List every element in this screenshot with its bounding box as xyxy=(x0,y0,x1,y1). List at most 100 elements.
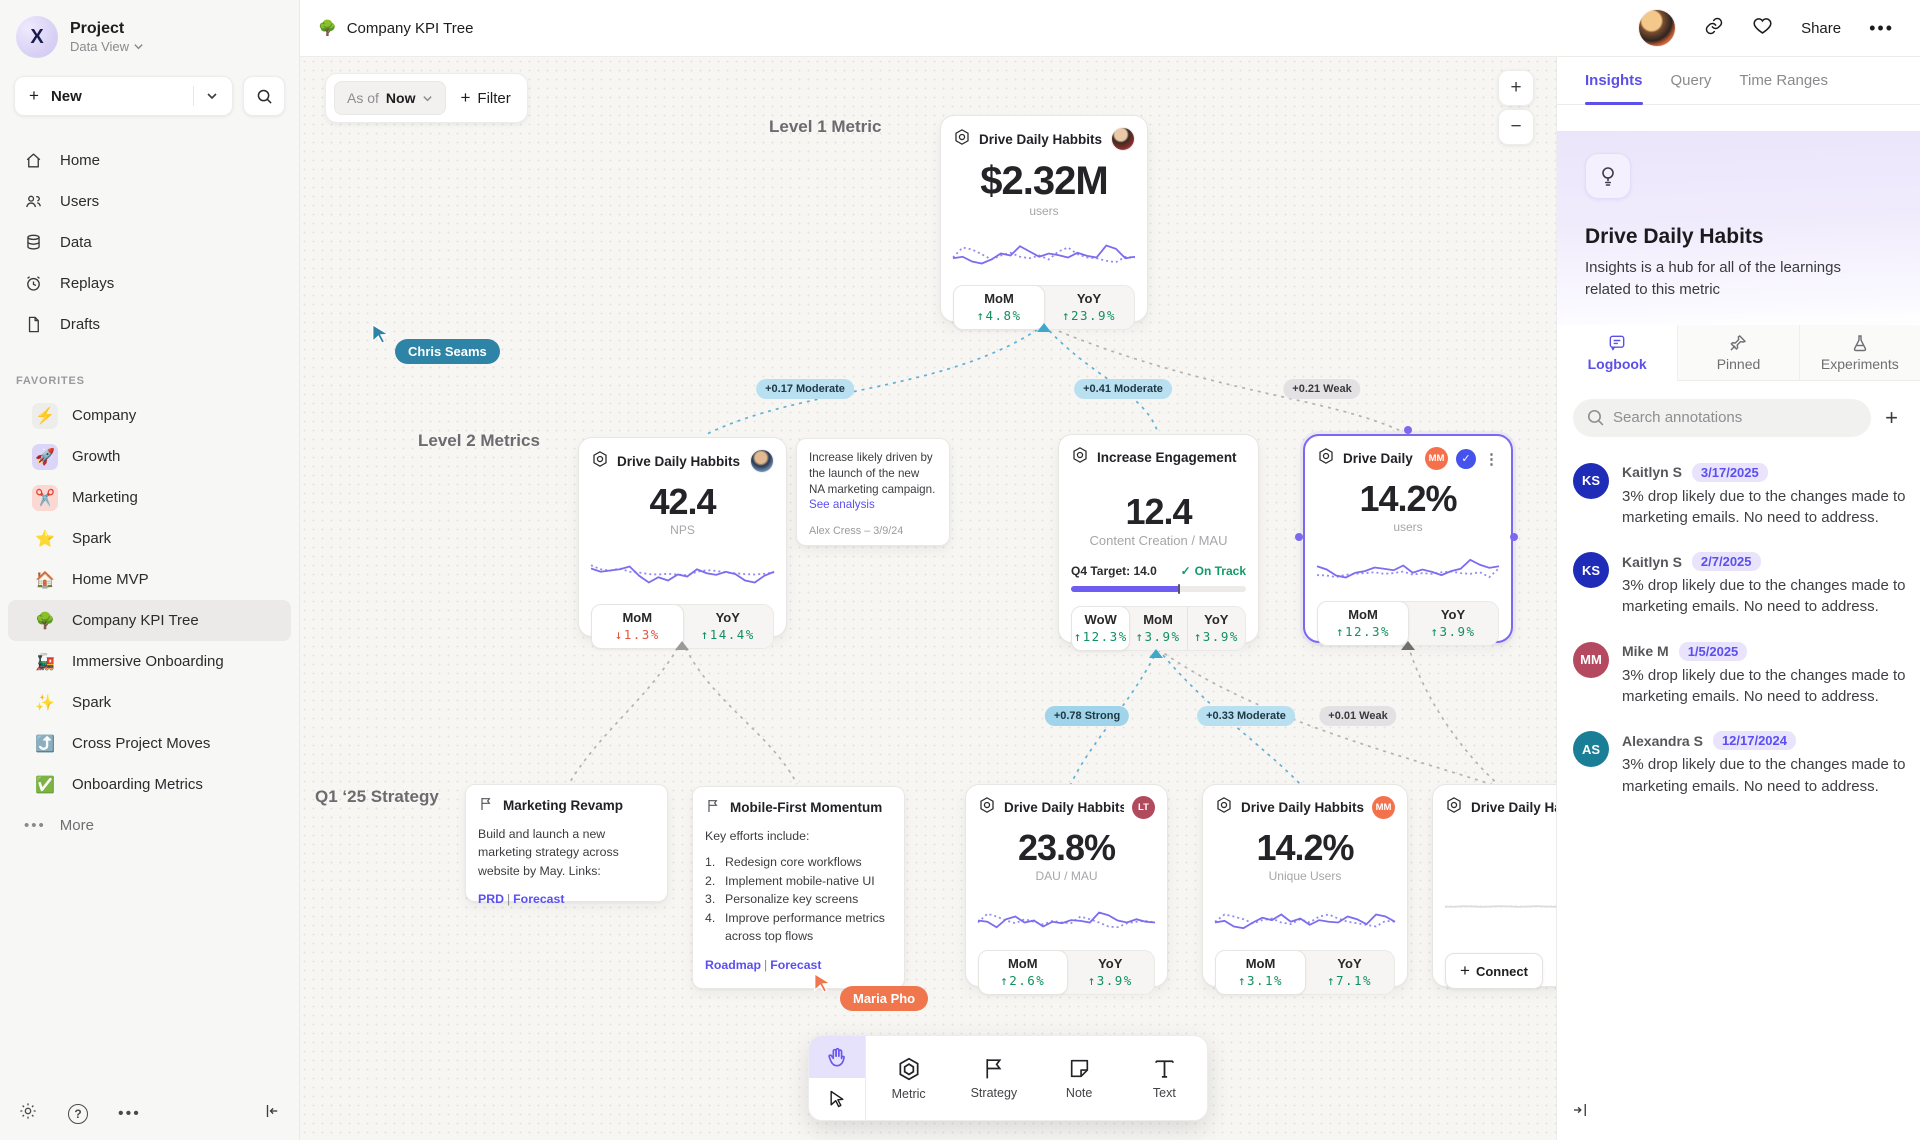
sidebar-item-replays[interactable]: Replays xyxy=(0,263,299,304)
help-icon[interactable]: ? xyxy=(68,1104,88,1124)
roadmap-link[interactable]: Roadmap xyxy=(705,958,761,972)
wow-toggle[interactable]: WoW ↑12.3% xyxy=(1071,606,1130,651)
annotations-search-input[interactable] xyxy=(1573,399,1871,437)
user-avatar[interactable] xyxy=(1638,9,1676,47)
project-view-switcher[interactable]: Data View xyxy=(70,39,144,54)
metric-card-unique-users[interactable]: Drive Daily Habbits MM 14.2% Unique User… xyxy=(1202,784,1408,987)
sidebar-more-button[interactable]: ••• More xyxy=(0,805,299,846)
sidebar-item-cross-project-moves[interactable]: ⤴️ Cross Project Moves xyxy=(8,723,291,764)
annotation-item[interactable]: KS Kaitlyn S 2/7/2025 3% drop likely due… xyxy=(1573,552,1896,618)
sidebar-item-home[interactable]: Home xyxy=(0,140,299,181)
metric-card-partial[interactable]: Drive Daily Hab + Connect xyxy=(1432,784,1556,987)
metric-card-dau-mau[interactable]: Drive Daily Habbits LT 23.8% DAU / MAU M… xyxy=(965,784,1168,987)
zoom-out-button[interactable]: − xyxy=(1498,109,1534,145)
yoy-label: YoY xyxy=(683,610,774,625)
sidebar-item-company[interactable]: ⚡ Company xyxy=(8,395,291,436)
annotation-text: 3% drop likely due to the changes made t… xyxy=(1622,754,1906,797)
sidebar-item-immersive-onboarding[interactable]: 🚂 Immersive Onboarding xyxy=(8,641,291,682)
tab-pinned[interactable]: Pinned xyxy=(1677,325,1798,381)
metric-card-drive-daily-habbits-l1[interactable]: Drive Daily Habbits $2.32M users MoM ↑4.… xyxy=(940,115,1148,322)
yoy-toggle[interactable]: YoY ↑23.9% xyxy=(1044,286,1134,329)
annotation-item[interactable]: AS Alexandra S 12/17/2024 3% drop likely… xyxy=(1573,731,1896,797)
connector-handle[interactable] xyxy=(1510,533,1518,541)
annotation-author: Mike M xyxy=(1622,643,1669,659)
project-logo[interactable]: X xyxy=(16,16,58,58)
sidebar-item-growth[interactable]: 🚀 Growth xyxy=(8,436,291,477)
connector-handle[interactable] xyxy=(1404,426,1412,434)
sidebar-item-onboarding-metrics[interactable]: ✅ Onboarding Metrics xyxy=(8,764,291,805)
annotation-note[interactable]: Increase likely driven by the launch of … xyxy=(796,438,950,546)
as-of-selector[interactable]: As of Now xyxy=(334,81,446,115)
sidebar-item-company-kpi-tree[interactable]: 🌳 Company KPI Tree xyxy=(8,600,291,641)
list-number: 2. xyxy=(705,872,725,890)
tab-query[interactable]: Query xyxy=(1671,57,1712,104)
strategy-card-marketing-revamp[interactable]: Marketing Revamp Build and launch a new … xyxy=(465,784,668,902)
kpi-tree-canvas[interactable]: As of Now + Filter + − Level 1 Metric Le… xyxy=(300,57,1556,1140)
wow-value: ↑12.3% xyxy=(1072,629,1129,644)
more-menu-icon[interactable]: ••• xyxy=(1869,18,1894,39)
prd-link[interactable]: PRD xyxy=(478,892,504,906)
collapse-sidebar-icon[interactable] xyxy=(263,1102,281,1125)
strategy-tool-button[interactable]: Strategy xyxy=(951,1036,1036,1120)
forecast-link[interactable]: Forecast xyxy=(770,958,821,972)
mom-toggle[interactable]: MoM ↑12.3% xyxy=(1317,601,1409,646)
yoy-toggle[interactable]: YoY ↑3.9% xyxy=(1067,951,1155,994)
text-tool-button[interactable]: Text xyxy=(1122,1036,1207,1120)
favorite-heart-icon[interactable] xyxy=(1752,15,1773,41)
sidebar-item-label: Drafts xyxy=(60,316,100,333)
owner-avatar xyxy=(750,449,774,473)
annotation-item[interactable]: MM Mike M 1/5/2025 3% drop likely due to… xyxy=(1573,642,1896,708)
add-annotation-button[interactable]: + xyxy=(1885,407,1898,429)
new-button[interactable]: + New xyxy=(14,76,233,116)
sidebar-item-data[interactable]: Data xyxy=(0,222,299,263)
yoy-toggle[interactable]: YoY ↑7.1% xyxy=(1305,951,1394,994)
card-menu-icon[interactable]: ⋮ xyxy=(1484,450,1499,468)
sidebar-item-users[interactable]: Users xyxy=(0,181,299,222)
see-analysis-link[interactable]: See analysis xyxy=(809,498,937,511)
mom-toggle[interactable]: MoM ↑3.1% xyxy=(1215,950,1306,995)
connect-button[interactable]: + Connect xyxy=(1445,953,1543,989)
tab-time-ranges[interactable]: Time Ranges xyxy=(1739,57,1828,104)
zoom-in-button[interactable]: + xyxy=(1498,70,1534,106)
expand-handle[interactable] xyxy=(675,641,689,650)
select-tool-button[interactable] xyxy=(809,1078,865,1120)
tab-insights[interactable]: Insights xyxy=(1585,57,1643,104)
metric-tool-button[interactable]: Metric xyxy=(866,1036,951,1120)
expand-handle[interactable] xyxy=(1401,641,1415,650)
note-author: Alex Cress – 3/9/24 xyxy=(809,525,937,537)
tab-experiments[interactable]: Experiments xyxy=(1799,325,1920,381)
mom-toggle[interactable]: MoM ↑4.8% xyxy=(953,285,1045,330)
forecast-link[interactable]: Forecast xyxy=(513,892,564,906)
metric-card-drive-daily-habbits-selected[interactable]: Drive Daily Habb.. MM ✓ ⋮ 14.2% users Mo… xyxy=(1303,434,1513,643)
more-options-icon[interactable]: ••• xyxy=(118,1105,141,1123)
sidebar-item-spark-2[interactable]: ✨ Spark xyxy=(8,682,291,723)
annotation-item[interactable]: KS Kaitlyn S 3/17/2025 3% drop likely du… xyxy=(1573,463,1896,529)
expand-handle[interactable] xyxy=(1037,323,1051,332)
sidebar-item-spark[interactable]: ⭐ Spark xyxy=(8,518,291,559)
sparkline xyxy=(1445,877,1556,927)
mom-toggle[interactable]: MoM ↑2.6% xyxy=(978,950,1068,995)
settings-gear-icon[interactable] xyxy=(18,1101,38,1126)
share-button[interactable]: Share xyxy=(1801,20,1841,37)
sidebar-item-marketing[interactable]: ✂️ Marketing xyxy=(8,477,291,518)
mom-toggle[interactable]: MoM ↓1.3% xyxy=(591,604,684,649)
yoy-toggle[interactable]: YoY ↑3.9% xyxy=(1187,607,1245,650)
expand-handle[interactable] xyxy=(1149,649,1163,658)
chevron-down-icon[interactable] xyxy=(206,90,218,102)
metric-card-increase-engagement[interactable]: Increase Engagement 12.4 Content Creatio… xyxy=(1058,434,1259,643)
sidebar-item-home-mvp[interactable]: 🏠 Home MVP xyxy=(8,559,291,600)
sidebar-item-drafts[interactable]: Drafts xyxy=(0,304,299,345)
yoy-toggle[interactable]: YoY ↑14.4% xyxy=(683,605,774,648)
copy-link-icon[interactable] xyxy=(1704,16,1724,41)
tab-logbook[interactable]: Logbook xyxy=(1557,325,1677,381)
connector-handle[interactable] xyxy=(1295,533,1303,541)
collapse-panel-icon[interactable] xyxy=(1571,1101,1589,1124)
search-button[interactable] xyxy=(243,76,285,116)
mom-toggle[interactable]: MoM ↑3.9% xyxy=(1129,607,1186,650)
strategy-card-mobile-first-momentum[interactable]: Mobile-First Momentum Key efforts includ… xyxy=(692,786,905,989)
metric-card-drive-daily-habbits-nps[interactable]: Drive Daily Habbits 42.4 NPS MoM ↓1.3% Y… xyxy=(578,437,787,637)
hand-tool-button[interactable] xyxy=(809,1036,865,1078)
note-tool-button[interactable]: Note xyxy=(1037,1036,1122,1120)
filter-button[interactable]: + Filter xyxy=(460,88,510,108)
yoy-toggle[interactable]: YoY ↑3.9% xyxy=(1408,602,1498,645)
